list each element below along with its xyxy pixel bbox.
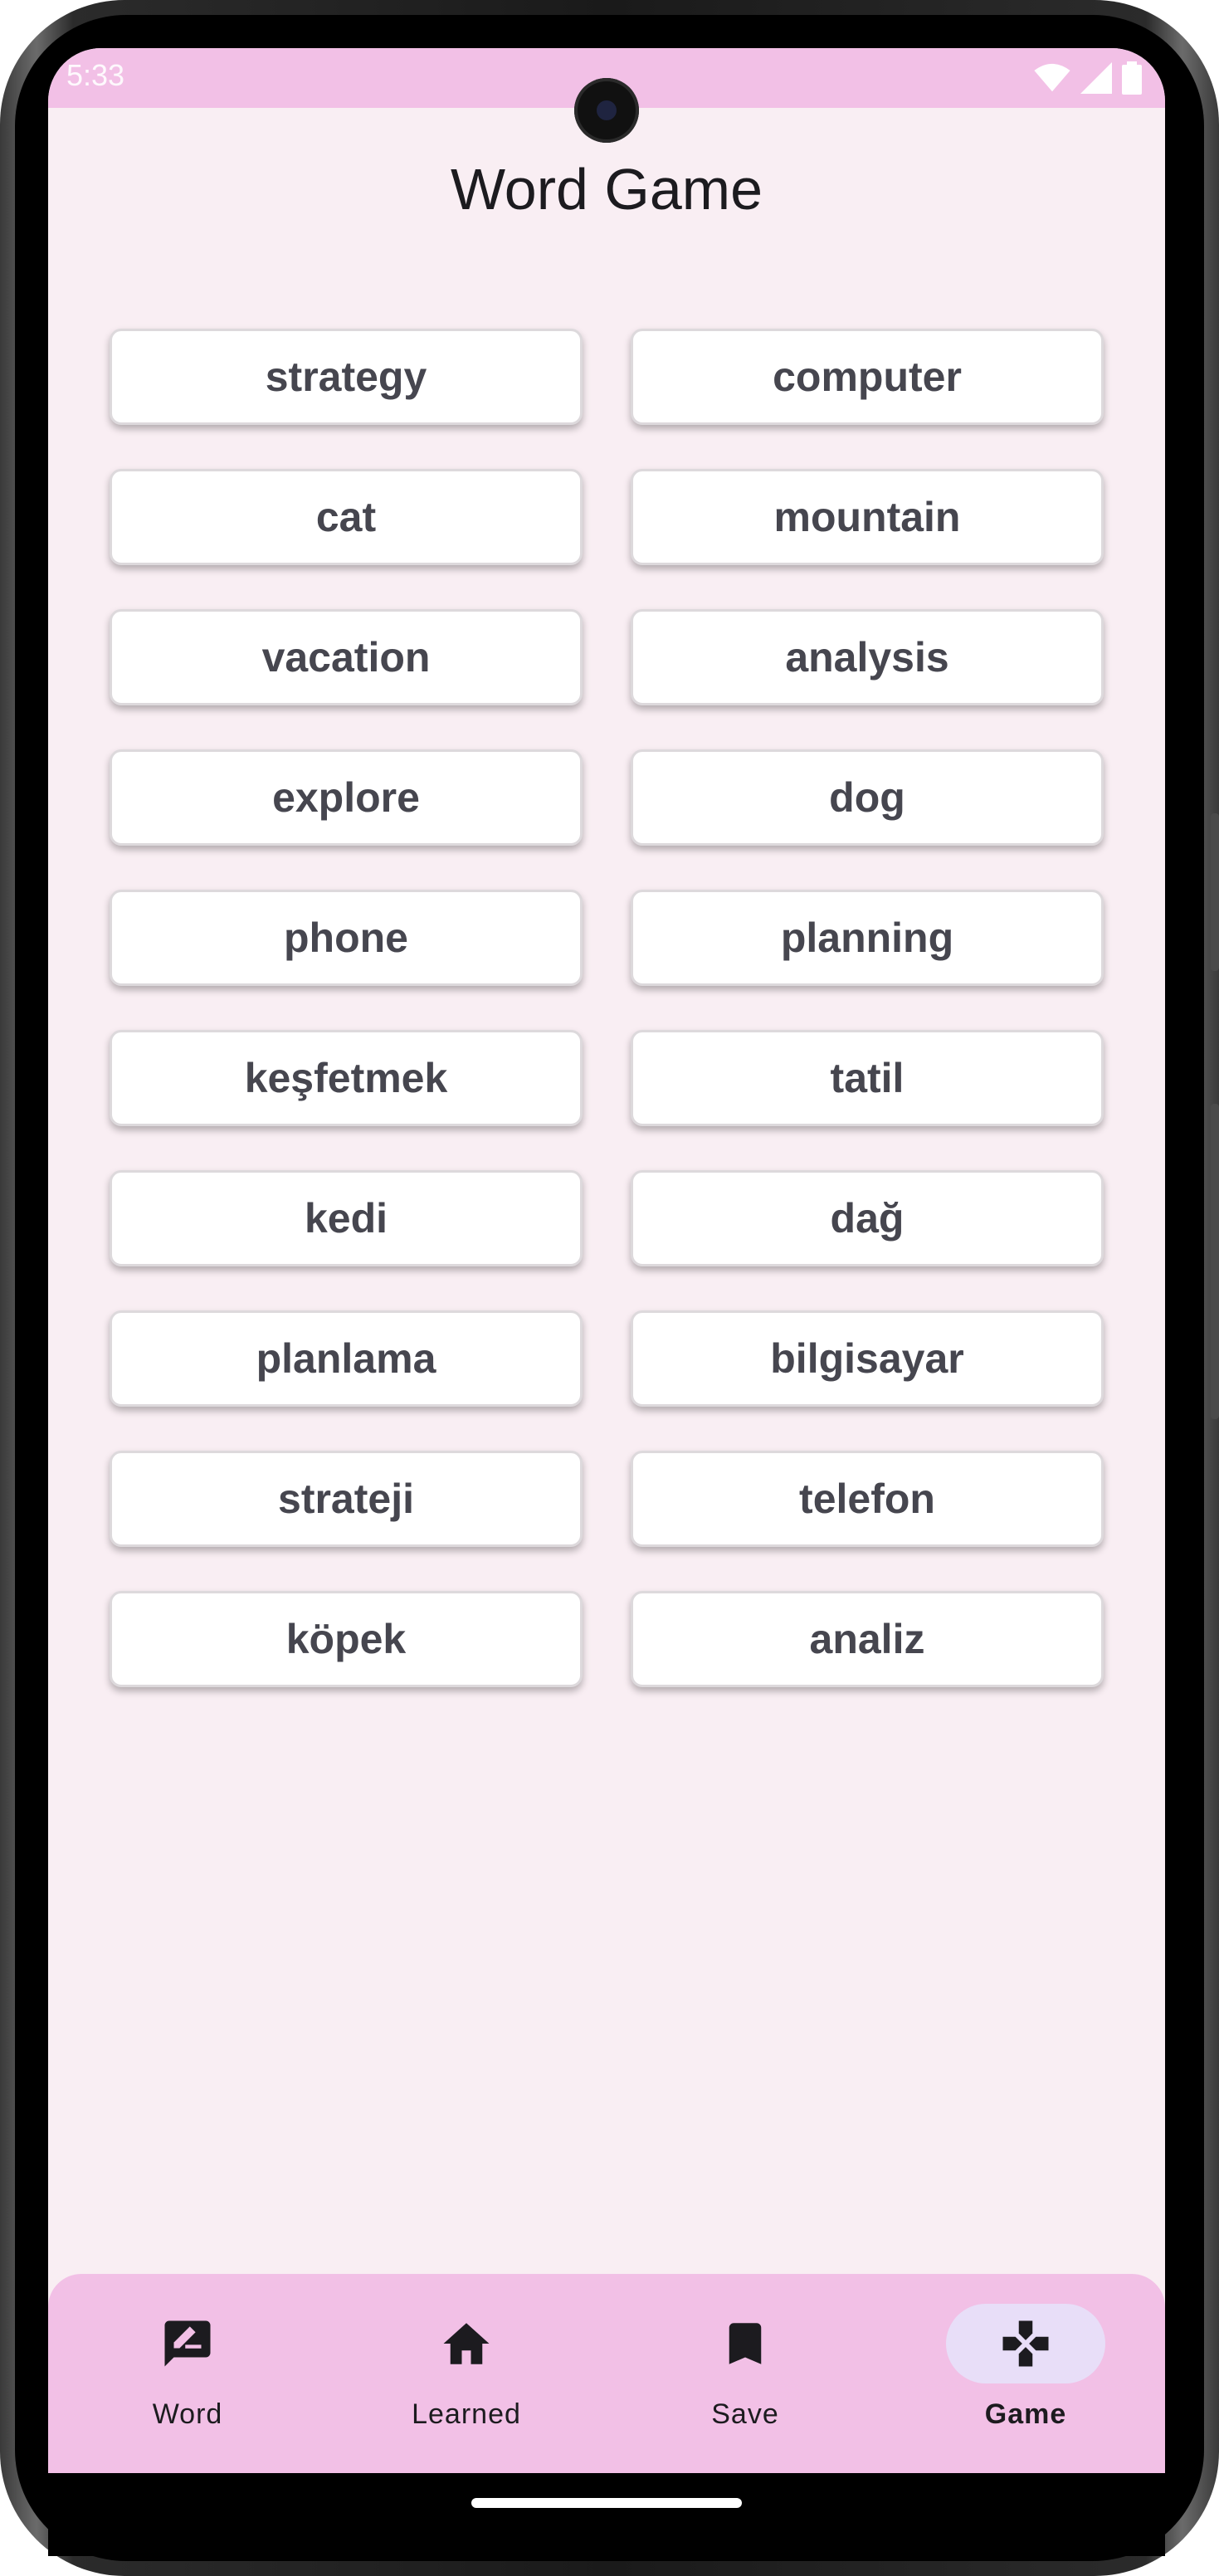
bookmark-icon <box>729 2323 762 2364</box>
rate-review-icon <box>164 2320 211 2367</box>
word-card[interactable]: keşfetmek <box>110 1030 583 1126</box>
word-card[interactable]: kedi <box>110 1170 583 1266</box>
status-icons <box>1034 61 1142 95</box>
nav-item-learned[interactable]: Learned <box>327 2274 606 2473</box>
word-card[interactable]: planning <box>631 890 1104 986</box>
home-indicator[interactable] <box>471 2498 742 2508</box>
word-card[interactable]: dog <box>631 749 1104 846</box>
nav-item-game[interactable]: Game <box>886 2274 1165 2473</box>
word-card[interactable]: bilgisayar <box>631 1310 1104 1407</box>
screen: 5:33 Word Game strategy computer cat mou… <box>48 48 1165 2473</box>
nav-icon-container <box>666 2304 825 2383</box>
status-time: 5:33 <box>66 58 125 92</box>
gesture-area <box>48 2473 1165 2556</box>
word-card[interactable]: phone <box>110 890 583 986</box>
nav-label-learned: Learned <box>412 2398 521 2430</box>
word-card[interactable]: strateji <box>110 1451 583 1547</box>
nav-label-word: Word <box>152 2398 223 2430</box>
nav-icon-container <box>387 2304 546 2383</box>
word-card[interactable]: köpek <box>110 1591 583 1687</box>
volume-button <box>1211 813 1219 971</box>
word-card[interactable]: cat <box>110 469 583 565</box>
nav-item-save[interactable]: Save <box>606 2274 885 2473</box>
active-indicator <box>946 2304 1105 2383</box>
home-icon <box>443 2323 490 2364</box>
nav-item-word[interactable]: Word <box>48 2274 327 2473</box>
word-card[interactable]: computer <box>631 329 1104 425</box>
cell-signal-icon <box>1080 62 1112 94</box>
word-card[interactable]: mountain <box>631 469 1104 565</box>
nav-icon-container <box>108 2304 267 2383</box>
nav-label-game: Game <box>984 2398 1067 2430</box>
bottom-navigation: Word Learned Save Game <box>48 2274 1165 2473</box>
power-button <box>1211 1104 1219 1419</box>
word-card[interactable]: analysis <box>631 609 1104 705</box>
word-card[interactable]: dağ <box>631 1170 1104 1266</box>
word-card[interactable]: analiz <box>631 1591 1104 1687</box>
word-card[interactable]: vacation <box>110 609 583 705</box>
word-card[interactable]: tatil <box>631 1030 1104 1126</box>
nav-label-save: Save <box>711 2398 779 2430</box>
page-title: Word Game <box>450 157 763 222</box>
front-camera <box>574 78 639 143</box>
word-grid: strategy computer cat mountain vacation … <box>110 329 1104 1687</box>
word-card[interactable]: planlama <box>110 1310 583 1407</box>
wifi-icon <box>1034 63 1070 92</box>
word-card[interactable]: telefon <box>631 1451 1104 1547</box>
battery-icon <box>1122 61 1142 95</box>
word-card[interactable]: explore <box>110 749 583 846</box>
gamepad-icon <box>1002 2320 1049 2367</box>
word-card[interactable]: strategy <box>110 329 583 425</box>
